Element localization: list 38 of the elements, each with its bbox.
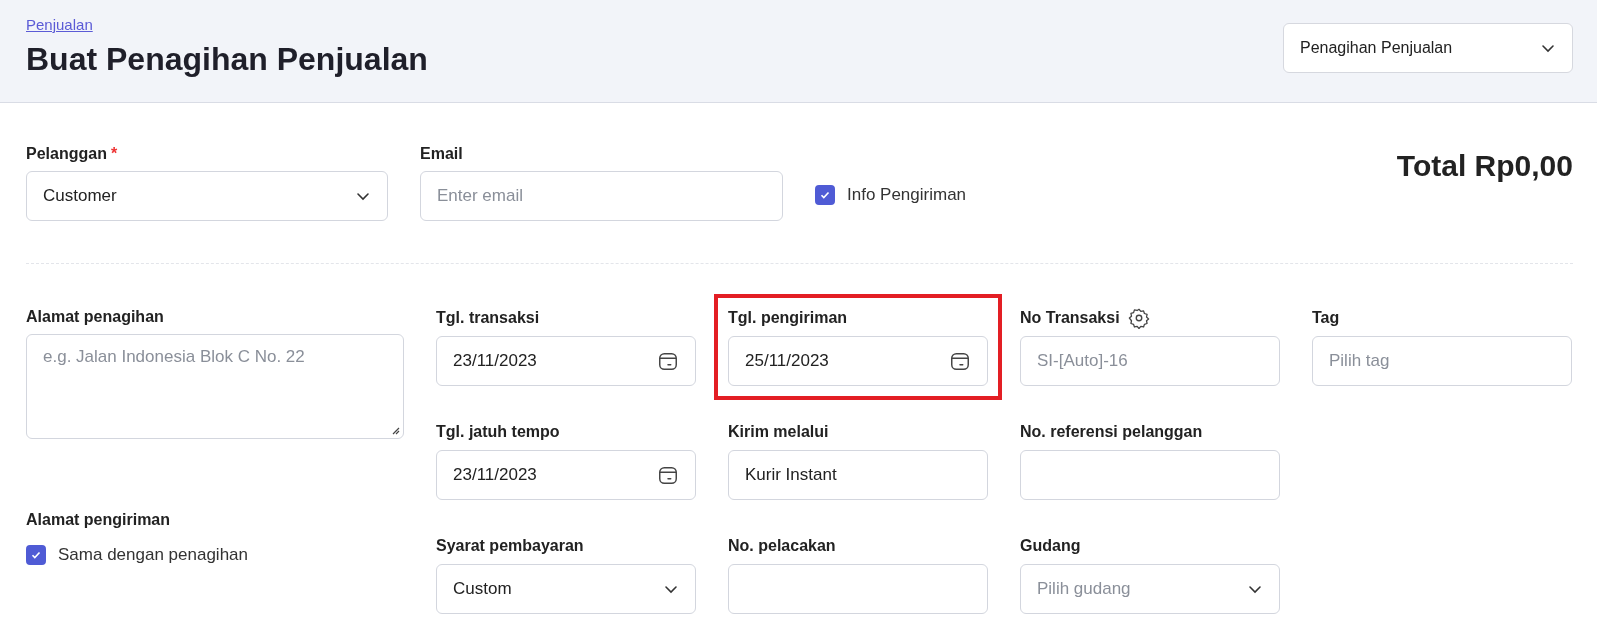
page-title: Buat Penagihan Penjualan — [26, 41, 428, 78]
dropdown[interactable]: Custom — [436, 564, 696, 614]
field-label: Tag — [1312, 309, 1340, 327]
checkbox[interactable] — [26, 545, 46, 565]
field-label: No Transaksi — [1020, 309, 1120, 327]
checkmark-icon — [819, 189, 831, 201]
required-mark: * — [110, 145, 118, 162]
calendar-icon — [657, 350, 679, 372]
document-type-dropdown[interactable]: Penagihan Penjualan — [1283, 23, 1573, 73]
checkbox[interactable] — [815, 185, 835, 205]
field-label: Alamat penagihan — [26, 308, 165, 326]
checkmark-icon — [30, 549, 42, 561]
field-label: Pelanggan * — [26, 145, 119, 163]
checkbox-label: Sama dengan penagihan — [58, 545, 248, 565]
field-label: Tgl. pengiriman — [728, 309, 848, 327]
customer-dropdown[interactable]: Customer — [26, 171, 388, 221]
field-label: Gudang — [1020, 537, 1081, 555]
total-amount: Total Rp0,00 — [1396, 149, 1573, 183]
field-label: No. pelacakan — [728, 537, 836, 555]
input-field[interactable]: Kurir Instant — [728, 450, 988, 500]
calendar-icon — [949, 350, 971, 372]
field-label: No. referensi pelanggan — [1020, 423, 1203, 441]
field-label: Alamat pengiriman — [26, 511, 172, 529]
field-label: Kirim melalui — [728, 423, 829, 441]
calendar-icon — [657, 464, 679, 486]
breadcrumb-link[interactable]: Penjualan — [26, 16, 428, 33]
settings-icon[interactable] — [1127, 307, 1150, 329]
input-field[interactable] — [728, 564, 988, 614]
date-field[interactable]: 23/11/2023 — [436, 336, 696, 386]
field-label: Email — [420, 145, 464, 163]
date-field[interactable]: 25/11/2023 — [728, 336, 988, 386]
field-label: Syarat pembayaran — [436, 537, 584, 555]
field-label: Tgl. transaksi — [436, 309, 540, 327]
resize-handle-icon — [390, 425, 400, 435]
field-label: Tgl. jatuh tempo — [436, 423, 560, 441]
checkbox-label: Info Pengiriman — [847, 185, 967, 205]
date-field[interactable]: 23/11/2023 — [436, 450, 696, 500]
input-field[interactable] — [1020, 450, 1280, 500]
